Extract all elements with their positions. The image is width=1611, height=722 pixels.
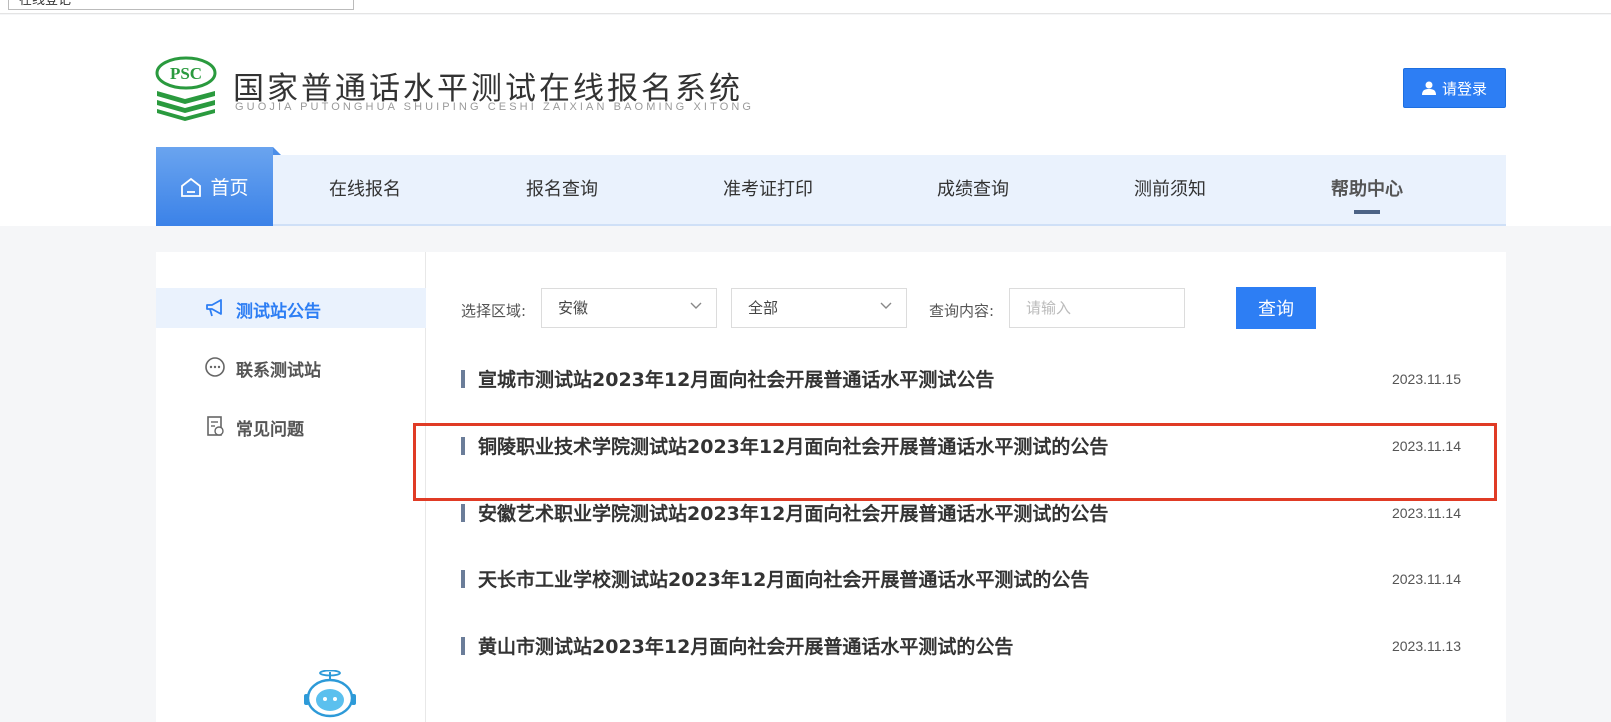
announcement-date: 2023.11.15 (1391, 371, 1461, 387)
query-input[interactable] (1009, 288, 1185, 328)
announcement-title[interactable]: 黄山市测试站2023年12月面向社会开展普通话水平测试的公告 (478, 632, 1013, 659)
announcement-title[interactable]: 宣城市测试站2023年12月面向社会开展普通话水平测试公告 (478, 365, 994, 392)
sidebar-item-label: 测试站公告 (236, 302, 321, 322)
filter-bar: 选择区域: 安徽 全部 查询内容: 查询 (461, 287, 1461, 330)
psc-logo-icon: PSC (155, 56, 217, 121)
address-field[interactable]: 在线登记 (8, 0, 354, 10)
query-button[interactable]: 查询 (1236, 287, 1316, 329)
announcement-date: 2023.11.14 (1391, 505, 1461, 521)
browser-top-bar: 在线登记 (0, 0, 1611, 14)
nav-home-label: 首页 (210, 177, 249, 199)
nav-admission-ticket-print[interactable]: 准考证打印 (723, 155, 813, 224)
nav-help-center[interactable]: 帮助中心 (1331, 155, 1403, 224)
sidebar-item-label: 常见问题 (236, 420, 304, 440)
login-label: 请登录 (1441, 79, 1487, 98)
list-marker (461, 504, 465, 522)
site-subtitle: GUOJIA PUTONGHUA SHUIPING CESHI ZAIXIAN … (235, 101, 755, 113)
chevron-down-icon (690, 302, 702, 309)
robot-assistant-icon[interactable] (300, 670, 360, 720)
announcement-date: 2023.11.14 (1391, 438, 1461, 454)
chevron-down-icon (880, 302, 892, 309)
nav-pre-test-notice[interactable]: 测前须知 (1134, 155, 1206, 224)
list-marker (461, 637, 465, 655)
sidebar-item-label: 联系测试站 (236, 361, 321, 381)
list-item[interactable]: 天长市工业学校测试站2023年12月面向社会开展普通话水平测试的公告 2023.… (461, 552, 1461, 612)
logo-badge-text: PSC (170, 64, 202, 83)
site-logo[interactable]: PSC 国家普通话水平测试在线报名系统 GUOJIA PUTONGHUA SHU… (155, 55, 751, 135)
city-select[interactable]: 全部 (731, 288, 907, 328)
sidebar-item-contact[interactable]: 联系测试站 (156, 347, 426, 387)
list-marker (461, 370, 465, 388)
nav-score-query[interactable]: 成绩查询 (937, 155, 1009, 224)
region-select[interactable]: 安徽 (541, 288, 717, 328)
list-marker (461, 570, 465, 588)
nav-registration-query[interactable]: 报名查询 (526, 155, 598, 224)
nav-home[interactable]: 首页 (156, 147, 281, 226)
list-item[interactable]: 宣城市测试站2023年12月面向社会开展普通话水平测试公告 2023.11.15 (461, 352, 1461, 412)
query-label: 查询内容: (929, 302, 995, 320)
main-nav: 首页 在线报名 报名查询 准考证打印 成绩查询 测前须知 帮助中心 (156, 147, 1506, 226)
megaphone-icon (206, 299, 222, 317)
region-select-value: 安徽 (558, 299, 589, 317)
document-question-icon (207, 416, 224, 436)
announcement-date: 2023.11.13 (1391, 638, 1461, 654)
list-item[interactable]: 黄山市测试站2023年12月面向社会开展普通话水平测试的公告 2023.11.1… (461, 619, 1461, 679)
sidebar: 测试站公告 联系测试站 常见问题 (156, 252, 426, 722)
chat-bubble-icon (205, 357, 225, 377)
announcement-title[interactable]: 安徽艺术职业学院测试站2023年12月面向社会开展普通话水平测试的公告 (478, 499, 1108, 526)
home-icon (181, 177, 202, 197)
main-area: 选择区域: 安徽 全部 查询内容: 查询 宣城市测试站2023年12月面向社会开… (426, 252, 1506, 722)
announcement-title[interactable]: 天长市工业学校测试站2023年12月面向社会开展普通话水平测试的公告 (478, 565, 1089, 592)
city-select-value: 全部 (748, 299, 779, 317)
announcement-date: 2023.11.14 (1391, 571, 1461, 587)
content-panel: 测试站公告 联系测试站 常见问题 选择区域: 安徽 全部 查询内容: 请输入 查… (156, 252, 1506, 722)
region-label: 选择区域: (461, 302, 527, 320)
announcement-title[interactable]: 铜陵职业技术学院测试站2023年12月面向社会开展普通话水平测试的公告 (478, 432, 1108, 459)
user-icon (1421, 81, 1436, 95)
sidebar-item-announcements[interactable]: 测试站公告 (156, 288, 426, 328)
list-item[interactable]: 铜陵职业技术学院测试站2023年12月面向社会开展普通话水平测试的公告 2023… (461, 419, 1461, 479)
list-item[interactable]: 安徽艺术职业学院测试站2023年12月面向社会开展普通话水平测试的公告 2023… (461, 486, 1461, 546)
login-button[interactable]: 请登录 (1403, 68, 1506, 108)
nav-online-registration[interactable]: 在线报名 (329, 155, 401, 224)
list-marker (461, 437, 465, 455)
sidebar-item-faq[interactable]: 常见问题 (156, 406, 426, 446)
